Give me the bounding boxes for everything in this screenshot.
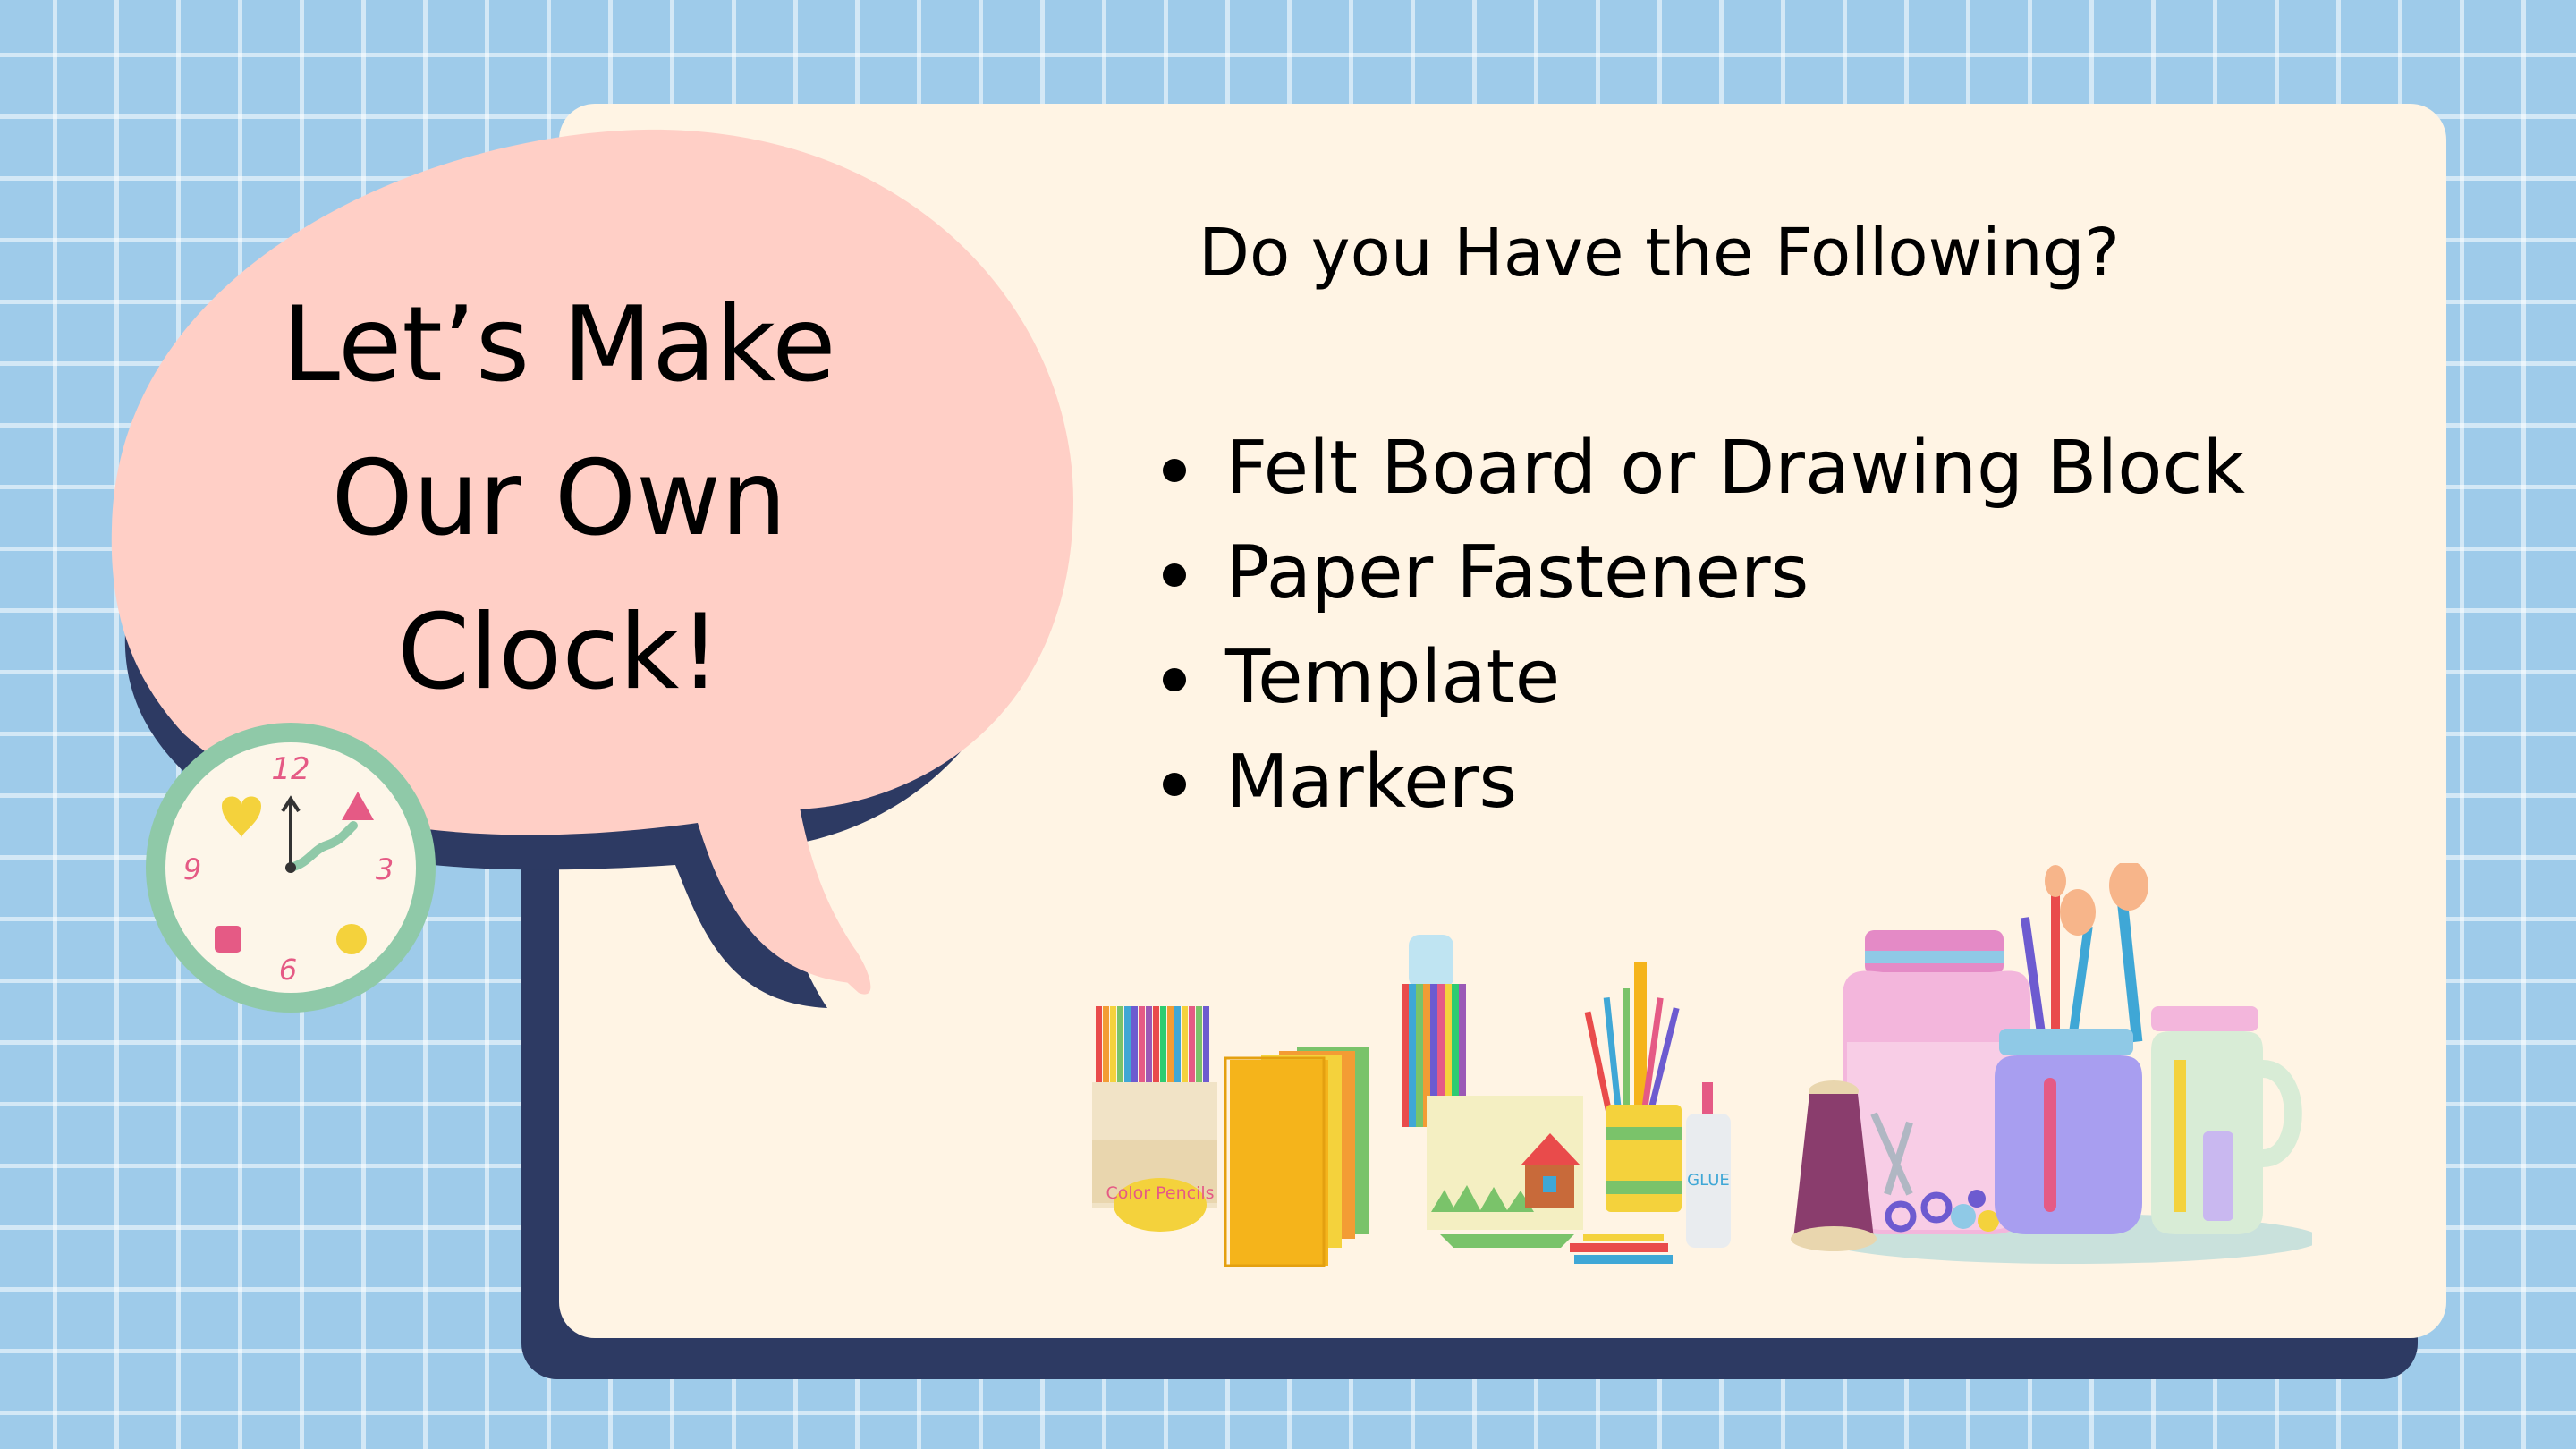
art-supplies-illustration: Color Pencils GLUE [1092, 935, 1731, 1267]
title-line: Clock! [397, 592, 721, 713]
square-icon [215, 926, 242, 953]
pencil-cup-icon [1584, 962, 1682, 1212]
list-item: Paper Fasteners [1154, 521, 2245, 625]
color-pencils-icon: Color Pencils [1092, 1006, 1217, 1232]
green-jar-icon [2151, 1006, 2302, 1234]
paper-stack-icon [1224, 1046, 1368, 1267]
clock-illustration: 12 3 6 9 [146, 723, 436, 1013]
list-item: Template [1154, 625, 2245, 730]
glue-label: GLUE [1687, 1171, 1730, 1190]
craft-jars-illustration [1791, 863, 2312, 1264]
glue-bottle-icon: GLUE [1686, 1082, 1731, 1248]
clock-label-3: 3 [376, 852, 394, 886]
clock-label-6: 6 [279, 953, 297, 987]
list-item: Felt Board or Drawing Block [1154, 416, 2245, 521]
page-title: Let’s Make Our Own Clock! [170, 268, 948, 730]
pencils-label: Color Pencils [1106, 1183, 1214, 1203]
clock-label-12: 12 [271, 751, 309, 787]
slide: Let’s Make Our Own Clock! Do you Have th… [0, 0, 2576, 1449]
title-line: Let’s Make [282, 284, 836, 405]
clock-center [285, 862, 296, 873]
title-line: Our Own [331, 438, 787, 559]
question-heading: Do you Have the Following? [1199, 215, 2120, 292]
circle-icon [336, 924, 367, 954]
supplies-list: Felt Board or Drawing Block Paper Fasten… [1154, 416, 2245, 835]
clock-label-9: 9 [183, 852, 201, 886]
purple-jar-icon [1995, 1029, 2142, 1234]
list-item: Markers [1154, 730, 2245, 835]
